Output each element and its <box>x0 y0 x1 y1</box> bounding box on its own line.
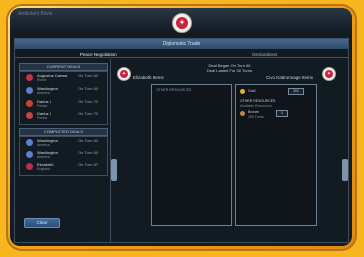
deal-list-column: CURRENT DEALS Augustus Caesar Rome On Tu… <box>15 59 111 242</box>
deal-turn: On Turn 70 <box>78 111 99 116</box>
deal-turn: On Turn 60 <box>78 150 99 155</box>
civ-name: America <box>37 143 50 147</box>
left-items-box: OTHER RESOURCES <box>151 84 232 226</box>
completed-deals-header[interactable]: COMPLETED DEALS <box>19 128 108 136</box>
completed-deals-list: Washington America On Turn 64 Washington… <box>19 136 108 176</box>
gold-amount: 300 <box>288 88 304 95</box>
right-side-marker <box>342 159 348 181</box>
civ-icon <box>26 112 33 119</box>
list-item[interactable]: Darius I Persia On Turn 70 <box>24 111 111 123</box>
resource-item-label[interactable]: Bronze <box>248 110 259 114</box>
gold-label: Gold <box>248 89 256 93</box>
tab-declarations[interactable]: Declarations <box>181 51 348 58</box>
trade-detail-area: ✦ ✦ Deal Began On Turn 60 Deal Lasted Fo… <box>111 59 348 242</box>
gold-icon <box>240 89 245 94</box>
civ-name: Persia <box>37 116 47 120</box>
game-screen: Ambulant Biwis ✦ Diplomatic Trade Peace … <box>10 8 352 246</box>
tab-bar: Peace Negotiation Declarations <box>15 51 348 58</box>
resource-item-amount: 1 <box>276 110 288 117</box>
civ-icon <box>26 139 33 146</box>
list-item[interactable]: Darius I Persia On Turn 70 <box>24 99 111 111</box>
civ-icon <box>26 100 33 107</box>
deal-turn: On Turn 67 <box>78 162 99 167</box>
deal-turn: On Turn 70 <box>78 99 99 104</box>
left-side-marker <box>111 159 117 181</box>
list-item[interactable]: Washington America On Turn 60 <box>24 150 111 162</box>
clear-button[interactable]: Clear <box>24 218 60 228</box>
list-item[interactable]: Elizabeth England On Turn 67 <box>24 162 111 174</box>
deal-duration-text: Deal Lasted For 30 Turns <box>206 68 253 73</box>
bronze-icon <box>240 111 245 116</box>
resources-subheader: Available Resources <box>240 104 272 108</box>
right-items-label: Civo Kattrunnage Items <box>266 75 314 80</box>
window-title-left: Ambulant Biwis <box>18 11 53 17</box>
list-item[interactable]: Washington America On Turn 60 <box>24 86 111 98</box>
resource-item-duration: 100 Turns <box>248 115 264 119</box>
civ-name: America <box>37 91 50 95</box>
top-emblem-icon: ✦ <box>172 13 192 33</box>
civ-name: Persia <box>37 104 47 108</box>
civ-icon <box>26 87 33 94</box>
civ-name: Rome <box>37 78 47 82</box>
tab-peace-negotiation[interactable]: Peace Negotiation <box>15 51 182 58</box>
right-items-box: Gold 300 OTHER RESOURCES Available Resou… <box>235 84 317 226</box>
deal-turn: On Turn 60 <box>78 86 99 91</box>
civ-name: England <box>37 167 50 171</box>
left-items-label: Elizabeth Items <box>133 75 164 80</box>
current-deals-header[interactable]: CURRENT DEALS <box>19 63 108 71</box>
deal-turn: On Turn 60 <box>78 73 99 78</box>
panel-title: Diplomatic Trade <box>15 39 348 49</box>
trade-history-panel: Diplomatic Trade Peace Negotiation Decla… <box>14 38 349 243</box>
list-item[interactable]: Washington America On Turn 64 <box>24 138 111 150</box>
civ-icon <box>26 151 33 158</box>
list-item[interactable]: Augustus Caesar Rome On Turn 60 <box>24 73 111 85</box>
deal-info: Deal Began On Turn 60 Deal Lasted For 30… <box>111 63 348 73</box>
current-deals-list: Augustus Caesar Rome On Turn 60 Washingt… <box>19 71 108 125</box>
civ-name: America <box>37 155 50 159</box>
civ-icon <box>26 74 33 81</box>
civ-icon <box>26 163 33 170</box>
left-box-header: OTHER RESOURCES <box>156 88 192 92</box>
resources-header: OTHER RESOURCES <box>240 99 276 103</box>
deal-turn: On Turn 64 <box>78 138 99 143</box>
